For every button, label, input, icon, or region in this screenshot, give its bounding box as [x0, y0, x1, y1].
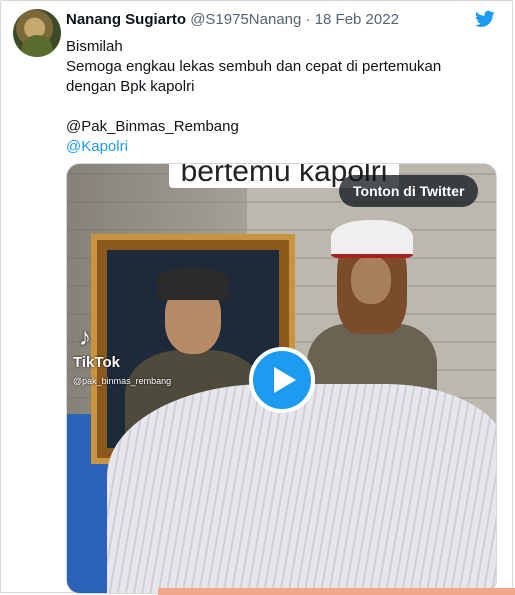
play-button[interactable]: [249, 347, 315, 413]
tweet-text: Bismilah Semoga engkau lekas sembuh dan …: [66, 37, 486, 157]
twitter-bird-icon[interactable]: [473, 9, 497, 29]
watch-on-twitter-button[interactable]: Tonton di Twitter: [339, 175, 479, 207]
tweet-date[interactable]: 18 Feb 2022: [315, 11, 399, 28]
officer-cap: [157, 268, 229, 300]
video-frame-blanket: [107, 384, 496, 593]
author-handle-text: @S1975Nanang: [190, 11, 302, 28]
mention-link-binmas[interactable]: @Pak_Binmas_Rembang: [66, 117, 486, 137]
tweet-header: Nanang Sugiarto @S1975Nanang · 18 Feb 20…: [66, 11, 399, 29]
tweet-card[interactable]: Nanang Sugiarto @S1975Nanang · 18 Feb 20…: [0, 0, 513, 594]
tweet-line-1: Bismilah: [66, 38, 123, 55]
tiktok-logo-icon: ♪: [79, 324, 91, 351]
tiktok-watermark-user: @pak_binmas_rembang: [73, 376, 172, 386]
page-bottom-strip: [158, 588, 515, 595]
avatar[interactable]: [13, 9, 61, 57]
video-media[interactable]: bertemu kapolri ♪ TikTok @pak_binmas_rem…: [66, 163, 497, 594]
author-name[interactable]: Nanang Sugiarto: [66, 11, 186, 28]
person-face: [351, 256, 391, 304]
tweet-line-2: Semoga engkau lekas sembuh dan cepat di …: [66, 58, 442, 95]
play-icon: [274, 367, 296, 393]
person-cap: [331, 220, 413, 258]
tiktok-watermark: TikTok: [73, 354, 120, 371]
author-handle[interactable]: @S1975Nanang · 18 Feb 2022: [190, 11, 399, 28]
mention-link-kapolri[interactable]: @Kapolri: [66, 137, 486, 157]
header-separator: ·: [301, 11, 315, 28]
